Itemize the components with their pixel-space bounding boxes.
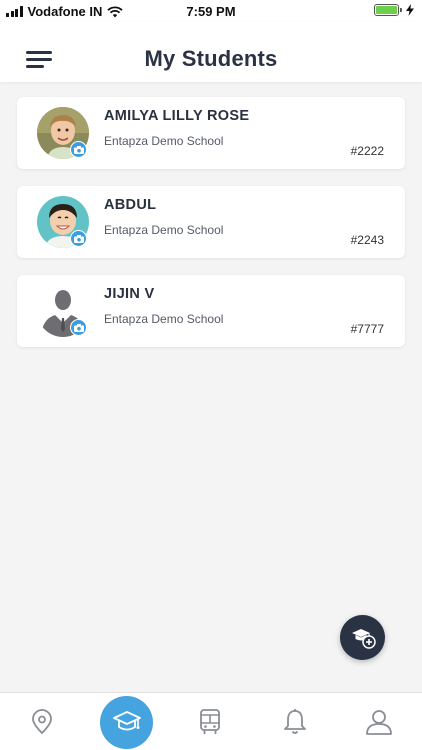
camera-badge[interactable] — [70, 230, 87, 247]
camera-badge[interactable] — [70, 319, 87, 336]
bell-icon — [284, 709, 306, 734]
battery-icon — [374, 4, 402, 16]
school-name: Entapza Demo School — [104, 223, 224, 237]
nav-profile[interactable] — [349, 693, 409, 750]
location-pin-icon — [32, 709, 52, 735]
user-icon — [366, 710, 392, 735]
camera-icon — [73, 145, 84, 154]
bottom-nav — [0, 692, 422, 750]
status-right — [374, 4, 414, 16]
bus-icon — [200, 709, 220, 734]
status-time: 7:59 PM — [186, 4, 236, 19]
nav-transport[interactable] — [180, 693, 240, 750]
app-header: My Students — [0, 22, 422, 82]
camera-icon — [73, 323, 84, 332]
graduation-cap-icon — [112, 710, 141, 730]
camera-icon — [73, 234, 84, 243]
student-list: AMILYA LILLY ROSE Entapza Demo School #2… — [17, 97, 405, 364]
student-card[interactable]: ABDUL Entapza Demo School #2243 — [17, 186, 405, 258]
charging-icon — [406, 4, 414, 16]
page-title: My Students — [144, 46, 278, 71]
student-card[interactable]: AMILYA LILLY ROSE Entapza Demo School #2… — [17, 97, 405, 169]
school-name: Entapza Demo School — [104, 134, 224, 148]
student-card[interactable]: JIJIN V Entapza Demo School #7777 — [17, 275, 405, 347]
nav-notifications[interactable] — [265, 693, 325, 750]
camera-badge[interactable] — [70, 141, 87, 158]
admission-number: #2243 — [350, 233, 384, 247]
nav-students[interactable] — [100, 696, 153, 749]
admission-number: #7777 — [350, 322, 384, 336]
nav-location[interactable] — [12, 693, 72, 750]
add-student-button[interactable] — [340, 615, 385, 660]
admission-number: #2222 — [350, 144, 384, 158]
student-name: AMILYA LILLY ROSE — [104, 108, 250, 124]
student-name: ABDUL — [104, 197, 157, 213]
status-bar: Vodafone IN 7:59 PM — [0, 0, 422, 22]
school-name: Entapza Demo School — [104, 312, 224, 326]
student-name: JIJIN V — [104, 286, 155, 302]
add-student-icon — [351, 628, 376, 649]
